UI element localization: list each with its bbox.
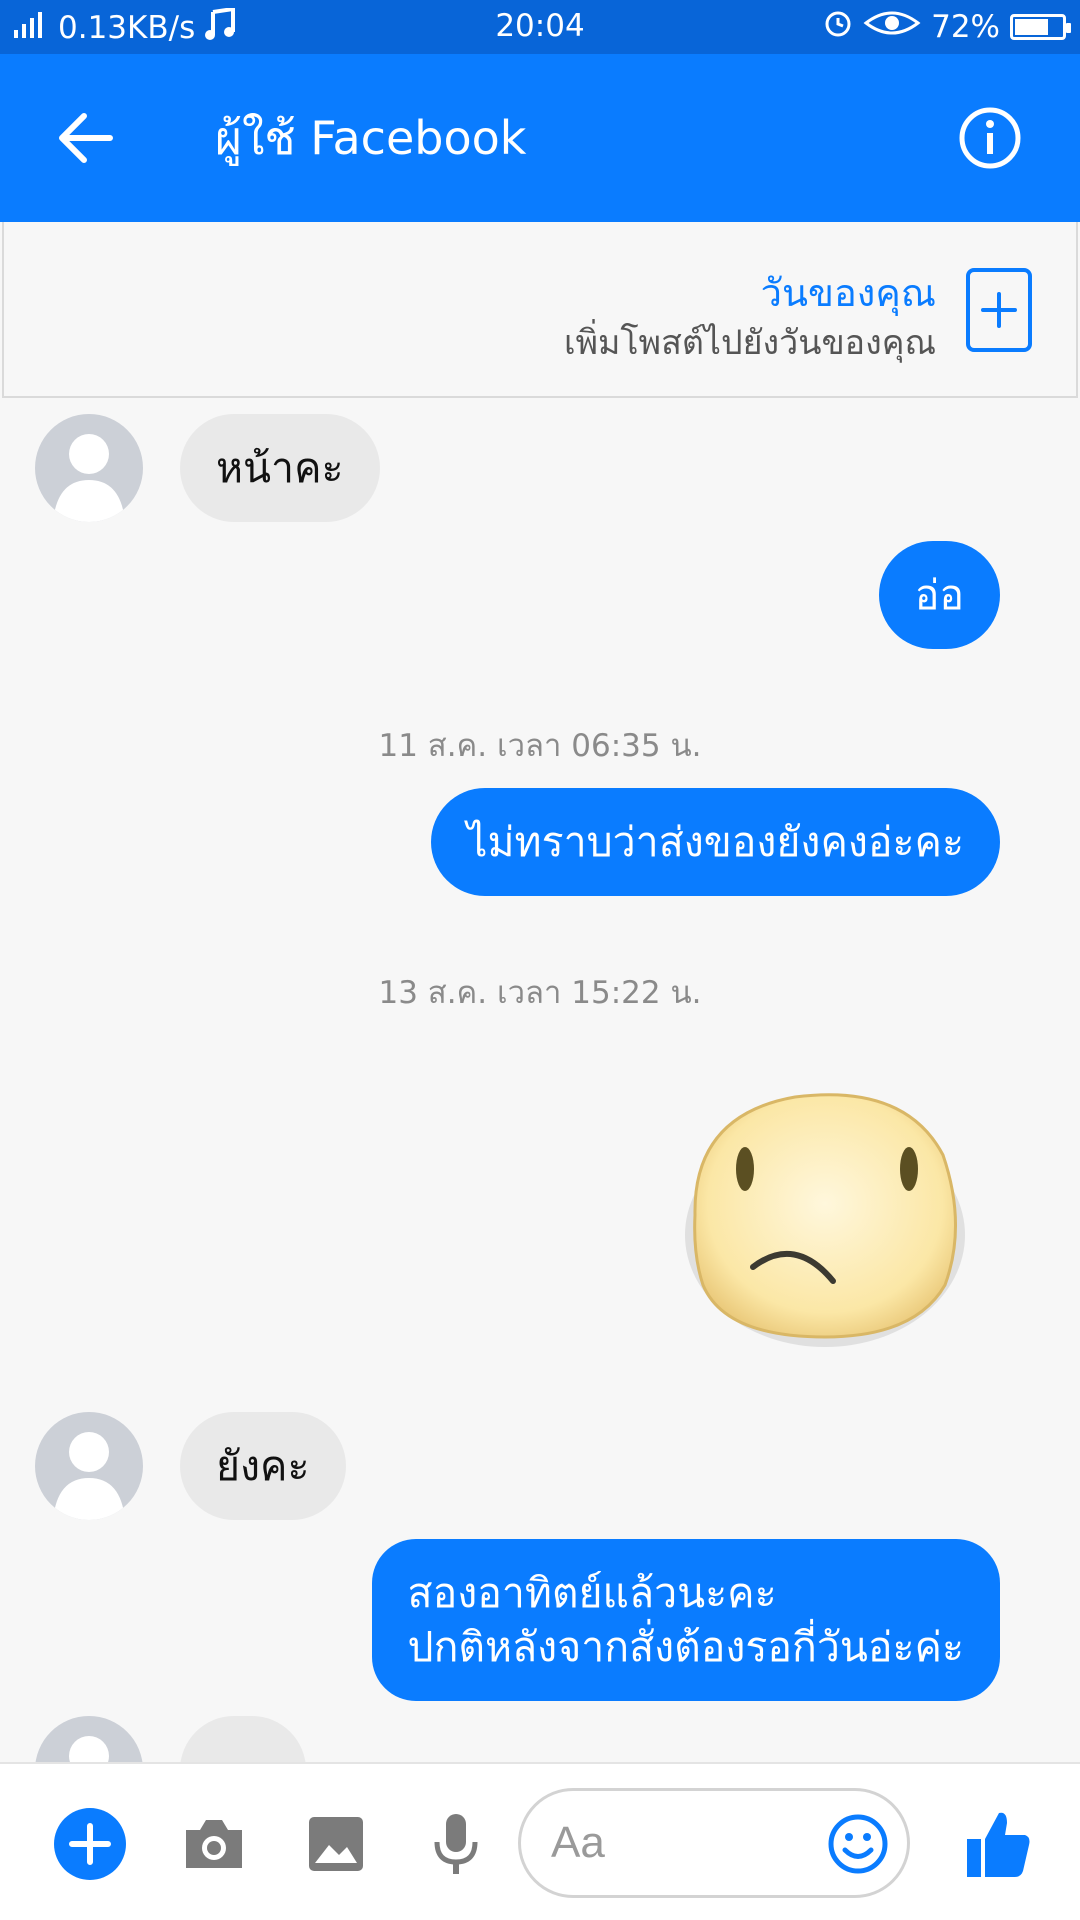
smiley-icon: [828, 1814, 888, 1874]
message-list[interactable]: หน้าคะ อ่อ 11 ส.ค. เวลา 06:35 น. ไม่ทราบ…: [0, 400, 1080, 1762]
message-bubble-outgoing[interactable]: อ่อ: [878, 541, 1000, 649]
default-profile-icon: [53, 1432, 125, 1520]
story-title: วันของคุณ: [760, 271, 936, 315]
conversation-header: ผู้ใช้ Facebook: [0, 54, 1080, 222]
camera-icon: [186, 1820, 242, 1868]
add-story-button[interactable]: [966, 268, 1032, 352]
camera-button[interactable]: [176, 1806, 252, 1882]
plus-circle-icon: [54, 1808, 126, 1880]
avatar[interactable]: [35, 414, 143, 522]
battery-fill: [1015, 19, 1049, 35]
microphone-icon: [434, 1814, 478, 1874]
eye-icon: [863, 9, 921, 45]
info-icon[interactable]: [958, 106, 1022, 170]
emoji-button[interactable]: [827, 1813, 889, 1875]
battery-percent: 72%: [931, 9, 1000, 45]
battery-icon: [1010, 14, 1071, 40]
alarm-icon: [823, 8, 853, 46]
page-title[interactable]: ผู้ใช้ Facebook: [215, 106, 526, 170]
message-composer: [0, 1762, 1080, 1920]
gallery-button[interactable]: [298, 1806, 374, 1882]
thumbs-up-icon: [967, 1812, 1030, 1877]
message-bubble-incoming[interactable]: [180, 1716, 306, 1762]
message-input-wrapper: [518, 1788, 910, 1898]
timestamp: 13 ส.ค. เวลา 15:22 น.: [378, 975, 702, 1011]
timestamp: 11 ส.ค. เวลา 06:35 น.: [378, 728, 702, 764]
message-input[interactable]: [551, 1813, 811, 1873]
plus-icon: [981, 292, 1017, 328]
message-line: สองอาทิตย์แล้วนะคะ: [407, 1569, 777, 1617]
default-profile-icon: [69, 1736, 109, 1762]
avatar[interactable]: [35, 1716, 143, 1762]
voice-button[interactable]: [418, 1806, 494, 1882]
like-button[interactable]: [960, 1806, 1036, 1882]
image-icon: [309, 1817, 363, 1871]
message-bubble-outgoing[interactable]: ไม่ทราบว่าส่งของยังคงอ่ะคะ: [430, 788, 1000, 896]
add-more-button[interactable]: [52, 1806, 128, 1882]
default-profile-icon: [53, 434, 125, 522]
message-line: ปกติหลังจากสั่งต้องรอกี่วันอ่ะค่ะ: [407, 1623, 964, 1671]
story-subtitle: เพิ่มโพสต์ไปยังวันของคุณ: [563, 323, 936, 363]
back-arrow-icon[interactable]: [50, 106, 120, 170]
avatar[interactable]: [35, 1412, 143, 1520]
story-banner[interactable]: วันของคุณ เพิ่มโพสต์ไปยังวันของคุณ: [2, 222, 1078, 398]
status-right: 72%: [823, 8, 1071, 46]
message-bubble-incoming[interactable]: หน้าคะ: [180, 414, 380, 522]
sad-face-sticker[interactable]: [675, 1085, 975, 1355]
message-bubble-incoming[interactable]: ยังคะ: [180, 1412, 346, 1520]
status-bar: 0.13KB/s 20:04 72%: [0, 0, 1080, 54]
message-bubble-outgoing[interactable]: สองอาทิตย์แล้วนะคะ ปกติหลังจากสั่งต้องรอ…: [371, 1539, 1000, 1701]
